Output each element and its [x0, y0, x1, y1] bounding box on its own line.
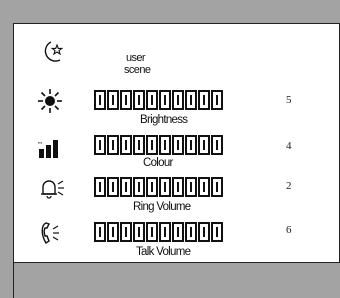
- slider-segment[interactable]: [211, 222, 223, 242]
- colour-label: Colour: [143, 157, 173, 169]
- slider-segment[interactable]: [211, 135, 223, 155]
- talk-volume-slider[interactable]: [94, 222, 224, 246]
- colour-slider[interactable]: [94, 135, 224, 159]
- slider-segment[interactable]: [146, 135, 158, 155]
- left-bezel: [0, 23, 13, 298]
- slider-segment[interactable]: [198, 135, 210, 155]
- ring-volume-value: 2: [286, 180, 292, 192]
- slider-segment[interactable]: [211, 177, 223, 197]
- talk-volume-label: Talk Volume: [136, 246, 191, 258]
- slider-segment[interactable]: [107, 90, 119, 110]
- slider-segment[interactable]: [107, 177, 119, 197]
- slider-segment[interactable]: [107, 135, 119, 155]
- slider-segment[interactable]: [94, 222, 106, 242]
- colour-value: 4: [286, 140, 292, 152]
- scene-label: scene: [124, 64, 151, 76]
- slider-segment[interactable]: [120, 177, 132, 197]
- brightness-value: 5: [286, 94, 292, 106]
- slider-segment[interactable]: [172, 135, 184, 155]
- slider-segment[interactable]: [172, 177, 184, 197]
- slider-segment[interactable]: [198, 90, 210, 110]
- slider-segment[interactable]: [120, 135, 132, 155]
- slider-segment[interactable]: [185, 90, 197, 110]
- slider-segment[interactable]: [120, 90, 132, 110]
- slider-segment[interactable]: [94, 177, 106, 197]
- slider-segment[interactable]: [185, 222, 197, 242]
- slider-segment[interactable]: [172, 90, 184, 110]
- slider-segment[interactable]: [159, 90, 171, 110]
- slider-segment[interactable]: [185, 135, 197, 155]
- svg-text:▪▪▪: ▪▪▪: [38, 140, 43, 145]
- slider-segment[interactable]: [198, 177, 210, 197]
- slider-segment[interactable]: [133, 177, 145, 197]
- ring-volume-slider[interactable]: [94, 177, 224, 201]
- slider-segment[interactable]: [120, 222, 132, 242]
- slider-segment[interactable]: [159, 222, 171, 242]
- bell-icon: [38, 176, 66, 200]
- slider-segment[interactable]: [159, 135, 171, 155]
- slider-segment[interactable]: [133, 135, 145, 155]
- talk-volume-value: 6: [286, 224, 292, 236]
- slider-segment[interactable]: [211, 90, 223, 110]
- top-bezel: [0, 0, 340, 23]
- brightness-icon: [37, 88, 63, 114]
- slider-segment[interactable]: [94, 90, 106, 110]
- handset-icon: [38, 221, 66, 247]
- slider-segment[interactable]: [133, 222, 145, 242]
- slider-segment[interactable]: [159, 177, 171, 197]
- brightness-label: Brightness: [140, 114, 188, 126]
- slider-segment[interactable]: [172, 222, 184, 242]
- brightness-slider[interactable]: [94, 90, 224, 114]
- slider-segment[interactable]: [94, 135, 106, 155]
- slider-segment[interactable]: [146, 90, 158, 110]
- bottom-bezel: [13, 263, 340, 298]
- slider-segment[interactable]: [107, 222, 119, 242]
- slider-segment[interactable]: [185, 177, 197, 197]
- user-label: user: [126, 52, 146, 64]
- slider-segment[interactable]: [146, 177, 158, 197]
- slider-segment[interactable]: [133, 90, 145, 110]
- slider-segment[interactable]: [146, 222, 158, 242]
- moon-star-icon[interactable]: [40, 40, 66, 64]
- slider-segment[interactable]: [198, 222, 210, 242]
- colour-bars-icon: ▪▪▪: [37, 136, 63, 160]
- ring-volume-label: Ring Volume: [133, 201, 191, 213]
